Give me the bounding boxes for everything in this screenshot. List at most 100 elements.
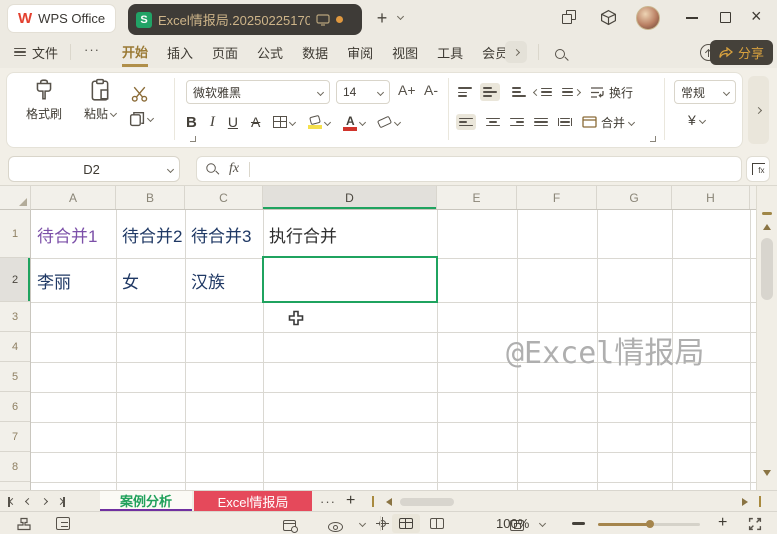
zoom-slider-thumb[interactable] — [646, 520, 654, 528]
col-header-A[interactable]: A — [31, 186, 116, 209]
alignment-dialog-launcher[interactable] — [650, 136, 656, 142]
tab-list-chevron[interactable] — [397, 13, 404, 20]
app-home-button[interactable]: W WPS Office — [8, 5, 115, 32]
cell-B2[interactable]: 女 — [117, 259, 185, 302]
align-right-button[interactable] — [510, 118, 524, 127]
outline-panel-icon[interactable] — [56, 517, 70, 530]
next-sheet-button[interactable] — [41, 498, 48, 505]
cube-icon[interactable] — [600, 9, 617, 26]
tab-home[interactable]: 开始 — [122, 37, 148, 67]
row-header-1[interactable]: 1 — [0, 210, 30, 258]
italic-button[interactable]: I — [210, 114, 215, 131]
col-header-E[interactable]: E — [437, 186, 517, 209]
col-header-F[interactable]: F — [517, 186, 597, 209]
cell-A2[interactable]: 李丽 — [32, 259, 116, 302]
formula-input[interactable]: fx — [196, 156, 742, 182]
borders-button[interactable] — [273, 116, 295, 128]
split-view-button[interactable] — [430, 518, 444, 529]
copy-button[interactable] — [128, 110, 153, 127]
locate-chevron[interactable] — [359, 520, 366, 527]
clipboard-dialog-launcher[interactable] — [190, 136, 196, 142]
font-color-chevron[interactable] — [359, 118, 366, 125]
zoom-chevron[interactable] — [539, 520, 546, 527]
borders-chevron[interactable] — [289, 118, 296, 125]
justify-button[interactable] — [534, 118, 548, 127]
user-avatar[interactable] — [636, 6, 660, 30]
number-format-combo[interactable]: 常规 — [674, 80, 736, 104]
currency-chevron[interactable] — [699, 116, 706, 123]
col-header-C[interactable]: C — [185, 186, 263, 209]
tab-view[interactable]: 视图 — [392, 43, 418, 62]
menu-more-button[interactable]: ··· — [84, 42, 100, 57]
cell-D1[interactable]: 执行合并 — [264, 211, 434, 258]
close-button[interactable]: × — [751, 6, 762, 27]
scroll-up-arrow[interactable] — [763, 224, 771, 230]
cell-C1[interactable]: 待合并3 — [186, 211, 263, 258]
windows-overlap-icon[interactable] — [562, 10, 577, 25]
fill-color-chevron[interactable] — [324, 118, 331, 125]
name-box[interactable]: D2 — [8, 156, 180, 182]
col-header-D[interactable]: D — [263, 186, 437, 209]
zoom-out-button[interactable] — [572, 522, 585, 525]
hscroll-left-arrow[interactable] — [386, 498, 392, 506]
increase-indent-button[interactable] — [562, 88, 580, 97]
formula-bar-expand-button[interactable]: fx — [746, 156, 770, 182]
decrease-indent-button[interactable] — [534, 88, 552, 97]
ribbon-expand-button[interactable] — [748, 76, 769, 144]
row-header-5[interactable]: 5 — [0, 362, 30, 392]
cell-C2[interactable]: 汉族 — [186, 259, 263, 302]
table-settings-icon[interactable] — [283, 520, 296, 531]
fill-color-button[interactable] — [308, 116, 330, 129]
vscroll-thumb[interactable] — [761, 238, 773, 300]
maximize-button[interactable] — [720, 12, 731, 23]
stamp-icon[interactable] — [16, 517, 32, 531]
wrap-text-button[interactable]: 换行 — [590, 84, 633, 101]
tab-review[interactable]: 审阅 — [347, 43, 373, 62]
hscroll-right-arrow[interactable] — [742, 498, 748, 506]
row-header-6[interactable]: 6 — [0, 392, 30, 422]
paste-chevron[interactable] — [110, 110, 117, 117]
hscroll-thumb[interactable] — [400, 498, 454, 506]
search-icon[interactable] — [554, 48, 568, 62]
select-all-corner[interactable] — [0, 186, 31, 210]
normal-view-button[interactable] — [392, 514, 420, 533]
fullscreen-icon[interactable] — [748, 517, 762, 531]
scroll-down-arrow[interactable] — [763, 470, 771, 476]
merge-cells-button[interactable]: 合并 — [582, 114, 634, 131]
align-bottom-button[interactable] — [510, 85, 524, 98]
cell-A1[interactable]: 待合并1 — [32, 211, 116, 258]
paste-button[interactable]: 粘贴 — [74, 78, 126, 140]
split-handle[interactable] — [762, 212, 772, 215]
bold-button[interactable]: B — [186, 114, 197, 131]
cut-button[interactable] — [130, 84, 149, 106]
cell-B1[interactable]: 待合并2 — [117, 211, 185, 258]
sheet-list-button[interactable]: ··· — [320, 494, 336, 509]
selected-cell-D2[interactable] — [262, 256, 438, 303]
add-sheet-button[interactable]: + — [346, 492, 355, 510]
last-sheet-button[interactable] — [58, 497, 65, 507]
row-header-7[interactable]: 7 — [0, 422, 30, 452]
copy-chevron[interactable] — [147, 115, 154, 122]
format-painter-button[interactable]: 格式刷 — [18, 78, 70, 140]
distribute-button[interactable] — [558, 118, 572, 127]
shrink-font-button[interactable]: A- — [424, 82, 438, 98]
new-tab-button[interactable]: + — [372, 8, 392, 28]
font-name-combo[interactable]: 微软雅黑 — [186, 80, 330, 104]
align-left-button[interactable] — [456, 114, 476, 131]
tab-page[interactable]: 页面 — [212, 43, 238, 62]
col-header-B[interactable]: B — [116, 186, 185, 209]
col-header-G[interactable]: G — [597, 186, 672, 209]
first-sheet-button[interactable] — [8, 497, 15, 507]
tab-formula[interactable]: 公式 — [257, 43, 283, 62]
row-header-2[interactable]: 2 — [0, 258, 30, 302]
align-center-button[interactable] — [486, 118, 500, 127]
zoom-level[interactable]: 100% — [496, 516, 529, 531]
font-size-combo[interactable]: 14 — [336, 80, 390, 104]
minimize-button[interactable] — [686, 17, 698, 19]
row-header-4[interactable]: 4 — [0, 332, 30, 362]
align-middle-button[interactable] — [480, 83, 500, 100]
vertical-scrollbar[interactable] — [756, 186, 777, 490]
sheet-tab-red[interactable]: Excel情报局 — [194, 491, 312, 512]
locate-center-icon[interactable] — [376, 517, 389, 530]
sheet-tab-active[interactable]: 案例分析 — [100, 491, 192, 512]
